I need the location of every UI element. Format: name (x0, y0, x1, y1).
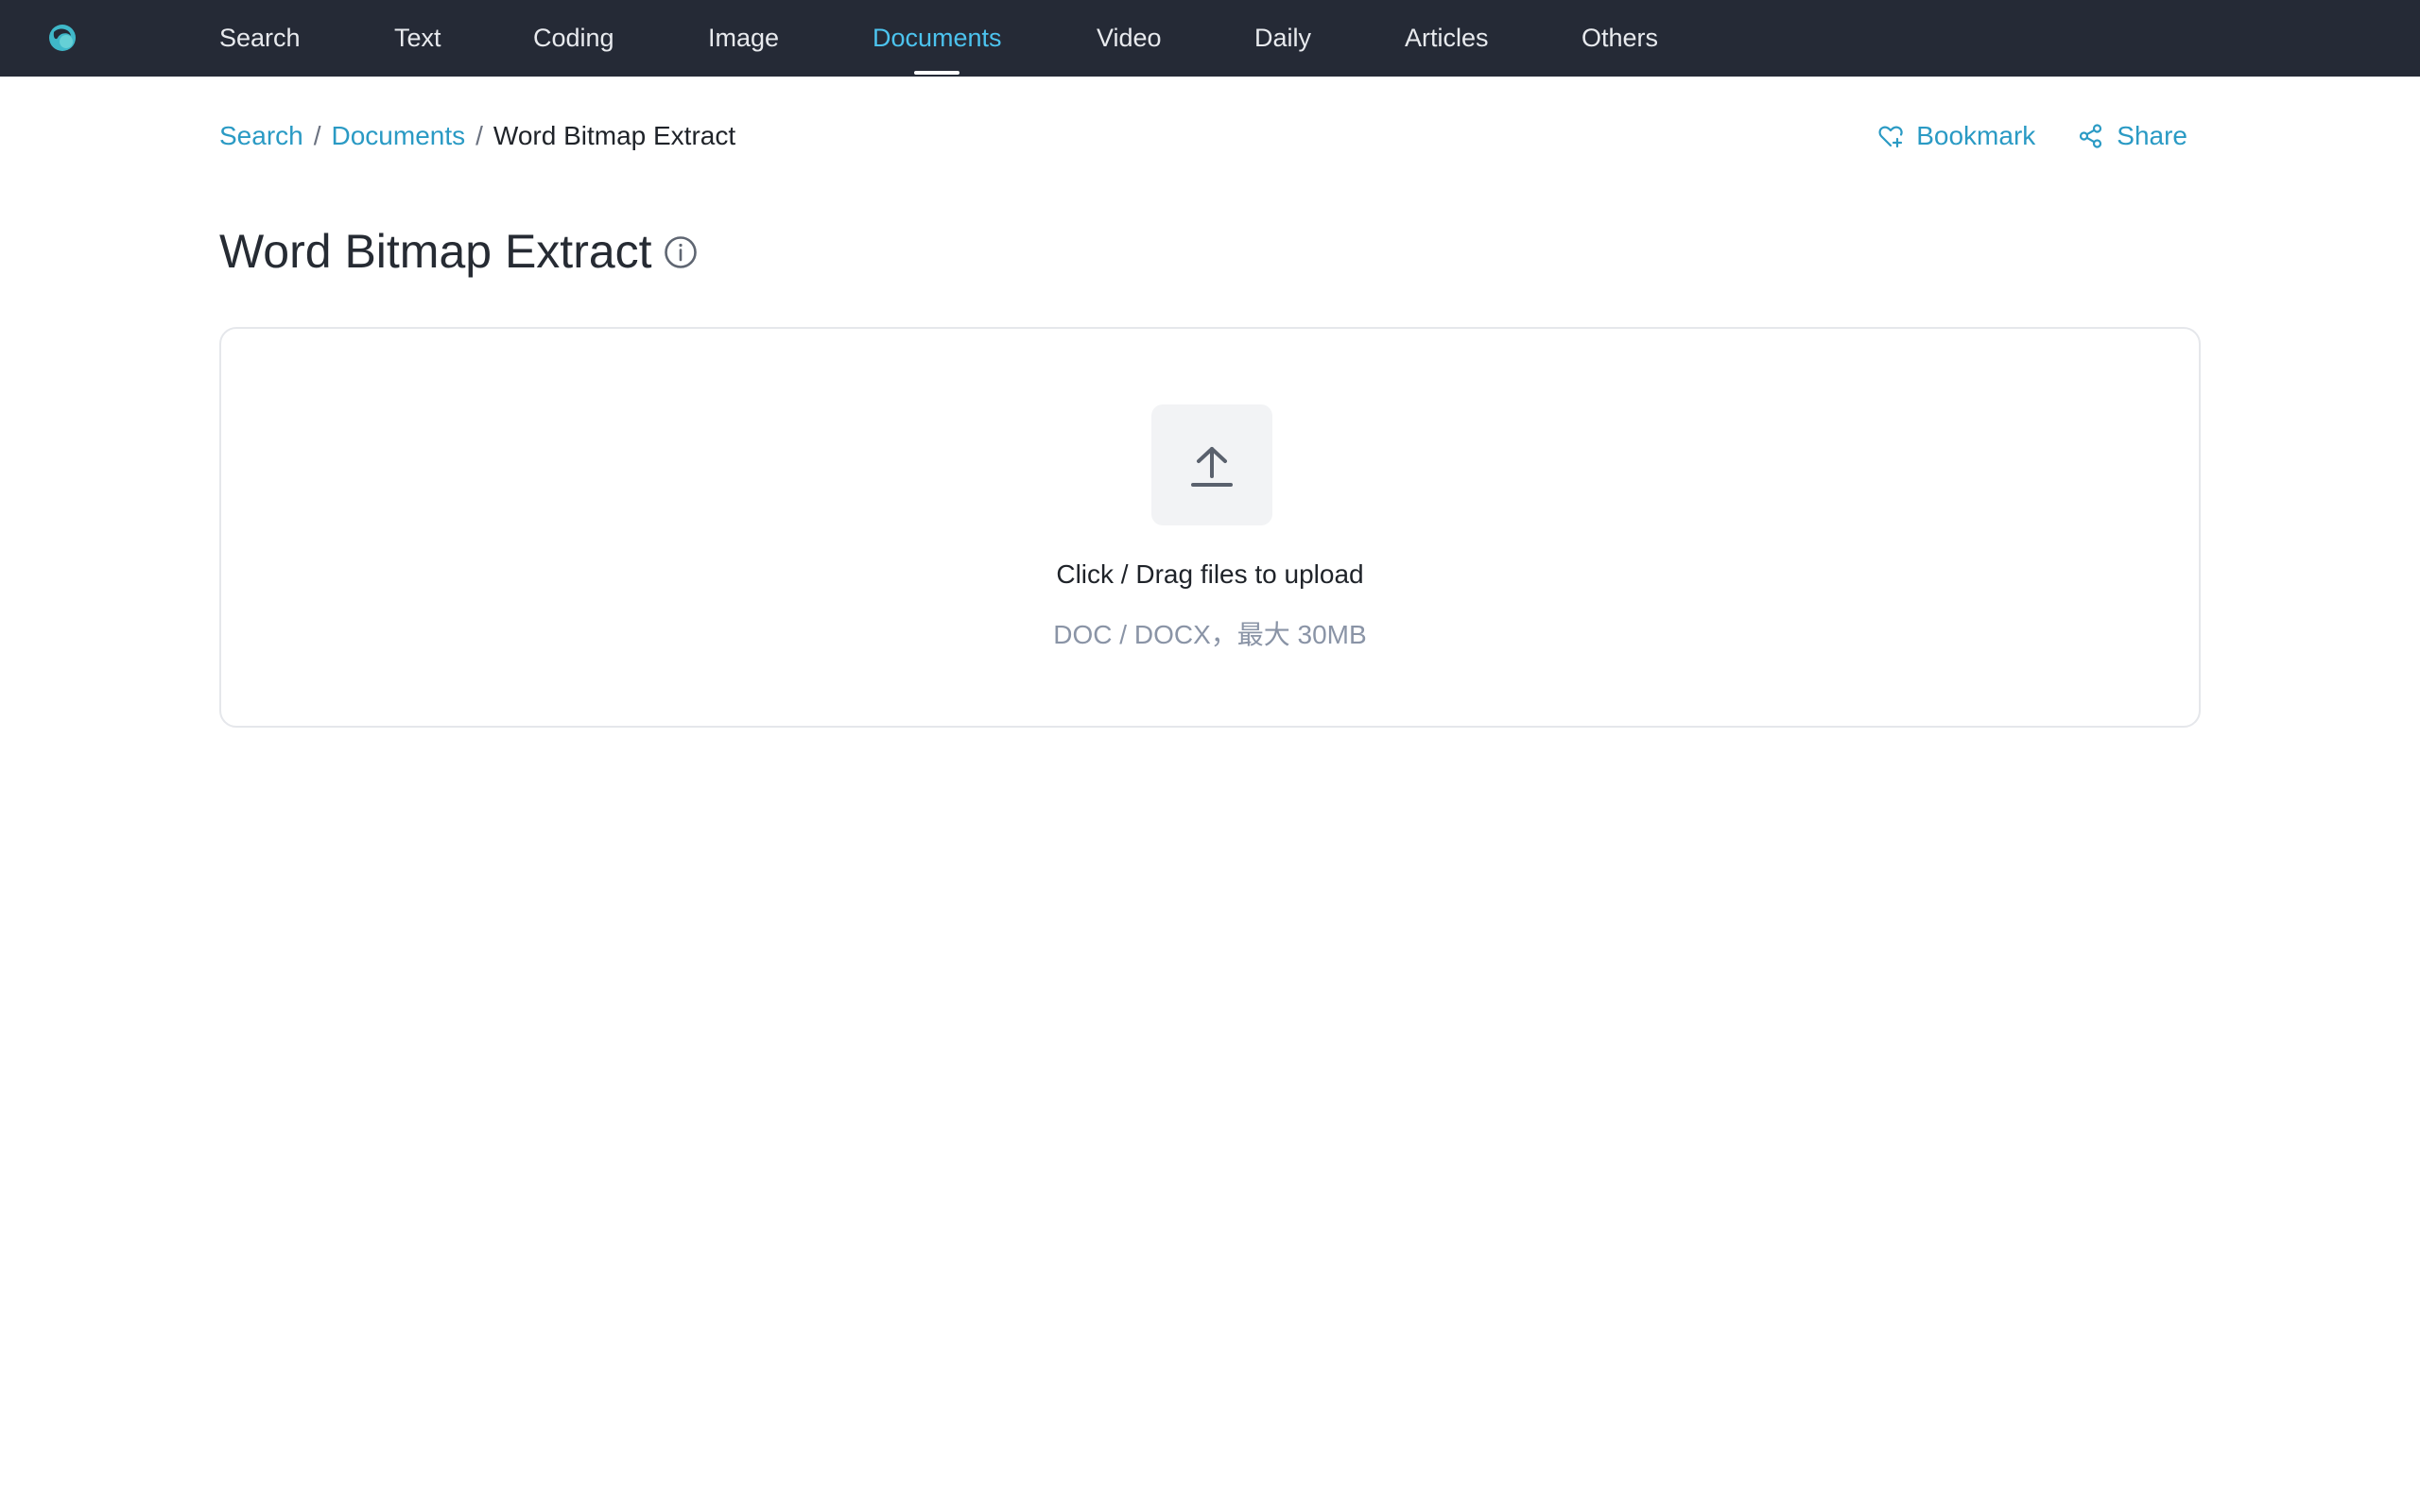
bookmark-label: Bookmark (1916, 121, 2036, 150)
upload-instruction-text: Click / Drag files to upload (1056, 559, 1364, 589)
share-icon (2080, 124, 2102, 148)
share-label: Share (2117, 121, 2187, 150)
upload-file-limit-text: DOC / DOCX，最大 30MB (1053, 620, 1367, 649)
page-title: Word Bitmap Extract (219, 225, 652, 278)
upload-icon-button[interactable] (1151, 404, 1272, 525)
info-icon[interactable] (663, 234, 699, 270)
bookmark-button[interactable]: Bookmark (1876, 121, 2035, 151)
top-navigation-bar: Search Text Coding Image Documents Video… (0, 0, 2420, 77)
file-upload-dropzone[interactable]: Click / Drag files to upload DOC / DOCX，… (219, 327, 2201, 728)
nav-item-others[interactable]: Others (1582, 0, 1658, 77)
page-actions: Bookmark Share (1876, 117, 2187, 155)
share-button[interactable]: Share (2077, 121, 2187, 151)
nav-item-documents[interactable]: Documents (873, 0, 1002, 77)
breadcrumb-search-link[interactable]: Search (219, 121, 303, 150)
nav-item-documents-label: Documents (873, 24, 1002, 52)
nav-item-text[interactable]: Text (394, 0, 441, 77)
breadcrumb: Search / Documents / Word Bitmap Extract (219, 117, 735, 155)
upload-arrow-icon (1191, 447, 1233, 487)
active-tab-indicator (914, 71, 960, 75)
breadcrumb-separator: / (313, 121, 321, 150)
breadcrumb-documents-link[interactable]: Documents (332, 121, 466, 150)
breadcrumb-separator: / (475, 121, 483, 150)
nav-item-coding[interactable]: Coding (533, 0, 614, 77)
heart-plus-icon (1878, 126, 1903, 148)
nav-item-search[interactable]: Search (219, 0, 301, 77)
seal-logo-icon[interactable] (45, 21, 79, 55)
nav-item-video[interactable]: Video (1097, 0, 1162, 77)
nav-item-daily[interactable]: Daily (1254, 0, 1311, 77)
nav-item-image[interactable]: Image (708, 0, 779, 77)
breadcrumb-current: Word Bitmap Extract (493, 121, 736, 150)
nav-item-articles[interactable]: Articles (1405, 0, 1489, 77)
